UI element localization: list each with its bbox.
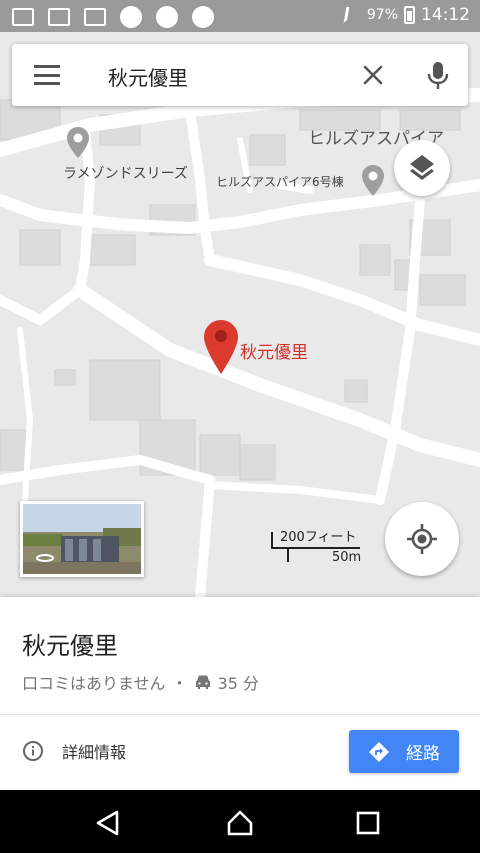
selected-pin-icon[interactable]	[203, 319, 239, 375]
message-icon	[12, 8, 34, 26]
map-scale: 200フィート 50m	[270, 524, 370, 568]
system-icons: 97% 14:12	[343, 5, 470, 25]
drive-time: 35 分	[217, 674, 259, 693]
app-icon	[192, 6, 214, 28]
scale-meters: 50m	[332, 550, 362, 565]
app-icon	[156, 6, 178, 28]
mic-icon[interactable]	[422, 58, 454, 92]
contact-icon	[84, 8, 106, 26]
place-meta: 口コミはありません ・ 35 分	[22, 670, 259, 694]
recents-icon[interactable]	[353, 808, 383, 838]
street-view-thumbnail[interactable]	[20, 501, 144, 577]
battery-icon	[404, 6, 415, 24]
card-divider	[0, 714, 480, 715]
street-view-image	[23, 504, 141, 574]
clock: 14:12	[421, 5, 470, 25]
details-link[interactable]: 詳細情報	[22, 739, 126, 763]
label-ramezon[interactable]: ラメゾンドスリーズ	[63, 163, 188, 183]
status-bar: 97% 14:12	[0, 0, 480, 32]
search-query[interactable]: 秋元優里	[108, 62, 188, 91]
my-location-button[interactable]	[385, 502, 459, 576]
notification-icon	[48, 8, 70, 26]
signal-icon	[343, 7, 363, 23]
close-icon[interactable]	[356, 58, 390, 92]
info-icon	[23, 741, 43, 761]
separator: ・	[171, 674, 188, 693]
reviews-text: 口コミはありません	[22, 674, 166, 693]
battery-percentage: 97%	[366, 7, 398, 23]
car-icon	[195, 675, 210, 689]
details-label[interactable]: 詳細情報	[62, 739, 126, 763]
search-bar[interactable]: 秋元優里	[12, 44, 468, 106]
directions-button[interactable]: 経路	[349, 730, 459, 773]
directions-icon	[369, 741, 389, 762]
layers-icon	[410, 155, 434, 180]
weather-icon	[120, 6, 142, 28]
notification-icons	[12, 6, 214, 28]
directions-label[interactable]: 経路	[406, 739, 440, 764]
label-hills-6[interactable]: ヒルズアスパイア6号棟	[216, 173, 344, 190]
place-name: 秋元優里	[22, 632, 118, 660]
poi-pin-icon[interactable]	[361, 164, 385, 198]
home-icon[interactable]	[225, 808, 255, 838]
back-icon[interactable]	[93, 808, 123, 838]
my-location-icon	[407, 524, 437, 554]
system-nav-bar	[0, 790, 480, 853]
layers-button[interactable]	[394, 140, 450, 196]
poi-pin-icon[interactable]	[66, 126, 90, 160]
hamburger-icon[interactable]	[34, 65, 60, 85]
place-card[interactable]: 秋元優里 口コミはありません ・ 35 分 詳細情報 経路	[0, 597, 480, 790]
label-selected-place[interactable]: 秋元優里	[240, 338, 308, 363]
